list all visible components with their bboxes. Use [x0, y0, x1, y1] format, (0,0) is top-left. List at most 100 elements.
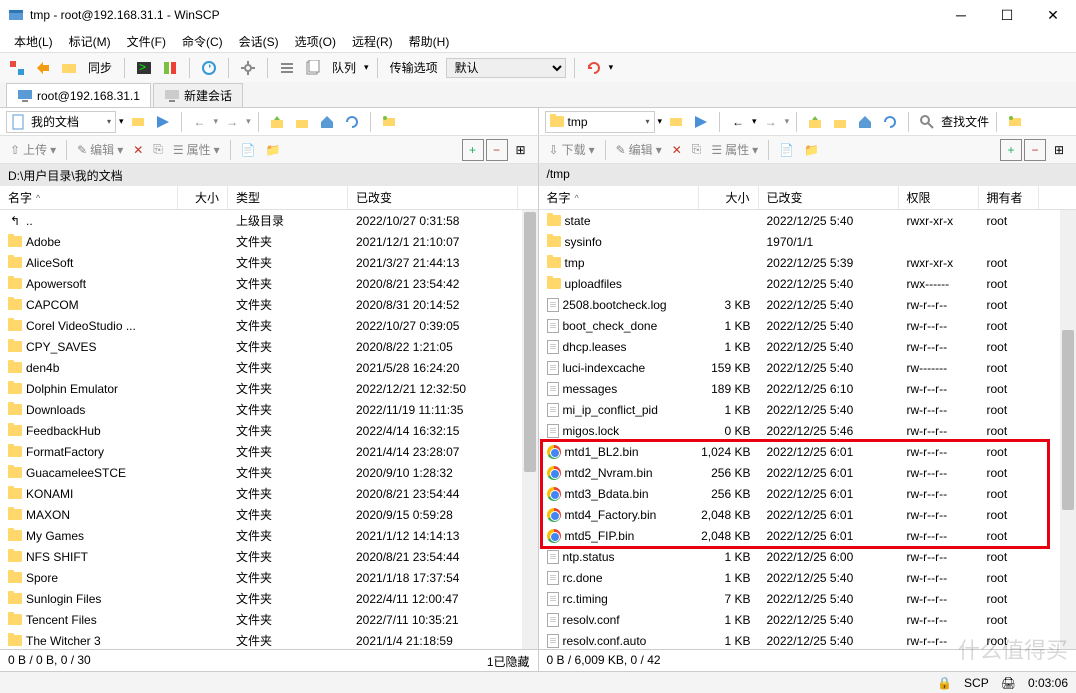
file-row[interactable]: mtd5_FIP.bin2,048 KB2022/12/25 6:01rw-r-…: [539, 525, 1076, 546]
file-row[interactable]: sysinfo1970/1/1: [539, 231, 1076, 252]
col-changed[interactable]: 已改变: [759, 186, 899, 209]
delete-local-icon[interactable]: ✕: [129, 141, 147, 159]
file-row[interactable]: messages189 KB2022/12/25 6:10rw-r--r--ro…: [539, 378, 1076, 399]
local-up-icon[interactable]: [266, 111, 288, 133]
maximize-button[interactable]: ☐: [984, 0, 1030, 30]
transfer-default-select[interactable]: 默认: [446, 58, 566, 78]
local-path-bar[interactable]: D:\用户目录\我的文档: [0, 164, 538, 186]
sync-label[interactable]: 同步: [84, 59, 116, 76]
local-bookmark-icon[interactable]: [152, 111, 174, 133]
local-drive-combo[interactable]: 我的文档▾: [6, 111, 116, 133]
file-row[interactable]: KONAMI文件夹2020/8/21 23:54:44: [0, 483, 538, 504]
file-row[interactable]: resolv.conf.auto1 KB2022/12/25 5:40rw-r-…: [539, 630, 1076, 649]
file-row[interactable]: 2508.bootcheck.log3 KB2022/12/25 5:40rw-…: [539, 294, 1076, 315]
file-row[interactable]: mtd2_Nvram.bin256 KB2022/12/25 6:01rw-r-…: [539, 462, 1076, 483]
local-tree-icon[interactable]: [378, 111, 400, 133]
settings-gear-icon[interactable]: [237, 57, 259, 79]
file-row[interactable]: CAPCOM文件夹2020/8/31 20:14:52: [0, 294, 538, 315]
file-row[interactable]: tmp2022/12/25 5:39rwxr-xr-xroot: [539, 252, 1076, 273]
sync-left-icon[interactable]: [6, 57, 28, 79]
file-row[interactable]: Dolphin Emulator文件夹2022/12/21 12:32:50: [0, 378, 538, 399]
col-size[interactable]: 大小: [178, 186, 228, 209]
menu-item[interactable]: 标记(M): [63, 31, 117, 52]
remote-up-icon[interactable]: [804, 111, 826, 133]
file-row[interactable]: NFS SHIFT文件夹2020/8/21 23:54:44: [0, 546, 538, 567]
file-row[interactable]: Spore文件夹2021/1/18 17:37:54: [0, 567, 538, 588]
remote-refresh-icon[interactable]: [879, 111, 901, 133]
menu-item[interactable]: 本地(L): [8, 31, 59, 52]
remote-home-icon[interactable]: [854, 111, 876, 133]
edit-local-button[interactable]: ✎编辑 ▾: [73, 139, 127, 160]
queue-list-icon[interactable]: [302, 57, 324, 79]
file-row[interactable]: mtd1_BL2.bin1,024 KB2022/12/25 6:01rw-r-…: [539, 441, 1076, 462]
edit-remote-button[interactable]: ✎编辑 ▾: [612, 139, 666, 160]
file-row[interactable]: rc.done1 KB2022/12/25 5:40rw-r--r--root: [539, 567, 1076, 588]
queue-label[interactable]: 队列: [328, 59, 360, 76]
col-perm[interactable]: 权限: [899, 186, 979, 209]
file-row[interactable]: mi_ip_conflict_pid1 KB2022/12/25 5:40rw-…: [539, 399, 1076, 420]
local-fwd-icon[interactable]: →: [221, 111, 243, 133]
file-row[interactable]: Adobe文件夹2021/12/1 21:10:07: [0, 231, 538, 252]
file-row[interactable]: FeedbackHub文件夹2022/4/14 16:32:15: [0, 420, 538, 441]
compare-icon[interactable]: [159, 57, 181, 79]
remote-root-icon[interactable]: [829, 111, 851, 133]
remote-find-icon[interactable]: [916, 111, 938, 133]
remote-back-icon[interactable]: ←: [727, 111, 749, 133]
rename-local-icon[interactable]: ⎘: [149, 140, 167, 159]
remote-fwd-icon[interactable]: →: [760, 111, 782, 133]
file-row[interactable]: ↰..上级目录2022/10/27 0:31:58: [0, 210, 538, 231]
col-size[interactable]: 大小: [699, 186, 759, 209]
queue-toggle-icon[interactable]: [276, 57, 298, 79]
collapse-local-icon[interactable]: −: [486, 139, 508, 161]
file-row[interactable]: CPY_SAVES文件夹2020/8/22 1:21:05: [0, 336, 538, 357]
props-local-button[interactable]: ☰属性 ▾: [169, 139, 224, 160]
local-scrollbar[interactable]: [522, 210, 538, 649]
newdir-local-icon[interactable]: 📁: [262, 141, 285, 159]
newdir-remote-icon[interactable]: 📁: [800, 141, 823, 159]
menu-item[interactable]: 远程(R): [346, 31, 399, 52]
local-root-icon[interactable]: [291, 111, 313, 133]
remote-scrollbar[interactable]: [1060, 210, 1076, 649]
remote-path-bar[interactable]: /tmp: [538, 164, 1076, 186]
menu-item[interactable]: 命令(C): [176, 31, 229, 52]
local-home-icon[interactable]: [316, 111, 338, 133]
file-row[interactable]: GuacameleeSTCE文件夹2020/9/10 1:28:32: [0, 462, 538, 483]
minimize-button[interactable]: ─: [938, 0, 984, 30]
file-row[interactable]: Corel VideoStudio ...文件夹2022/10/27 0:39:…: [0, 315, 538, 336]
collapse-remote-icon[interactable]: −: [1024, 139, 1046, 161]
file-row[interactable]: rc.timing7 KB2022/12/25 5:40rw-r--r--roo…: [539, 588, 1076, 609]
col-changed[interactable]: 已改变: [348, 186, 518, 209]
find-files-label[interactable]: 查找文件: [941, 113, 989, 130]
menu-item[interactable]: 选项(O): [289, 31, 342, 52]
file-row[interactable]: ntp.status1 KB2022/12/25 6:00rw-r--r--ro…: [539, 546, 1076, 567]
local-filter-icon[interactable]: [127, 111, 149, 133]
file-row[interactable]: boot_check_done1 KB2022/12/25 5:40rw-r--…: [539, 315, 1076, 336]
file-row[interactable]: migos.lock0 KB2022/12/25 5:46rw-r--r--ro…: [539, 420, 1076, 441]
col-owner[interactable]: 拥有者: [979, 186, 1039, 209]
file-row[interactable]: Sunlogin Files文件夹2022/4/11 12:00:47: [0, 588, 538, 609]
menu-item[interactable]: 文件(F): [121, 31, 172, 52]
local-back-icon[interactable]: ←: [189, 111, 211, 133]
file-row[interactable]: den4b文件夹2021/5/28 16:24:20: [0, 357, 538, 378]
file-row[interactable]: luci-indexcache159 KB2022/12/25 5:40rw--…: [539, 357, 1076, 378]
remote-bookmark-icon[interactable]: [690, 111, 712, 133]
sync-right-icon[interactable]: [32, 57, 54, 79]
menu-item[interactable]: 会话(S): [233, 31, 285, 52]
file-row[interactable]: mtd4_Factory.bin2,048 KB2022/12/25 6:01r…: [539, 504, 1076, 525]
sync-browse-icon[interactable]: [58, 57, 80, 79]
file-row[interactable]: resolv.conf1 KB2022/12/25 5:40rw-r--r--r…: [539, 609, 1076, 630]
col-name[interactable]: 名字^: [539, 186, 699, 209]
local-refresh-icon[interactable]: [341, 111, 363, 133]
terminal-icon[interactable]: >: [133, 57, 155, 79]
delete-remote-icon[interactable]: ✕: [668, 141, 686, 159]
download-button[interactable]: ⇩下载 ▾: [545, 139, 599, 160]
remote-drive-combo[interactable]: tmp▾: [545, 111, 655, 133]
col-name[interactable]: 名字^: [0, 186, 178, 209]
file-row[interactable]: state2022/12/25 5:40rwxr-xr-xroot: [539, 210, 1076, 231]
col-type[interactable]: 类型: [228, 186, 348, 209]
view-remote-icon[interactable]: ⊞: [1048, 139, 1070, 161]
close-button[interactable]: ✕: [1030, 0, 1076, 30]
remote-filter-icon[interactable]: [665, 111, 687, 133]
sync-files-icon[interactable]: [198, 57, 220, 79]
remote-tree-icon[interactable]: [1004, 111, 1026, 133]
